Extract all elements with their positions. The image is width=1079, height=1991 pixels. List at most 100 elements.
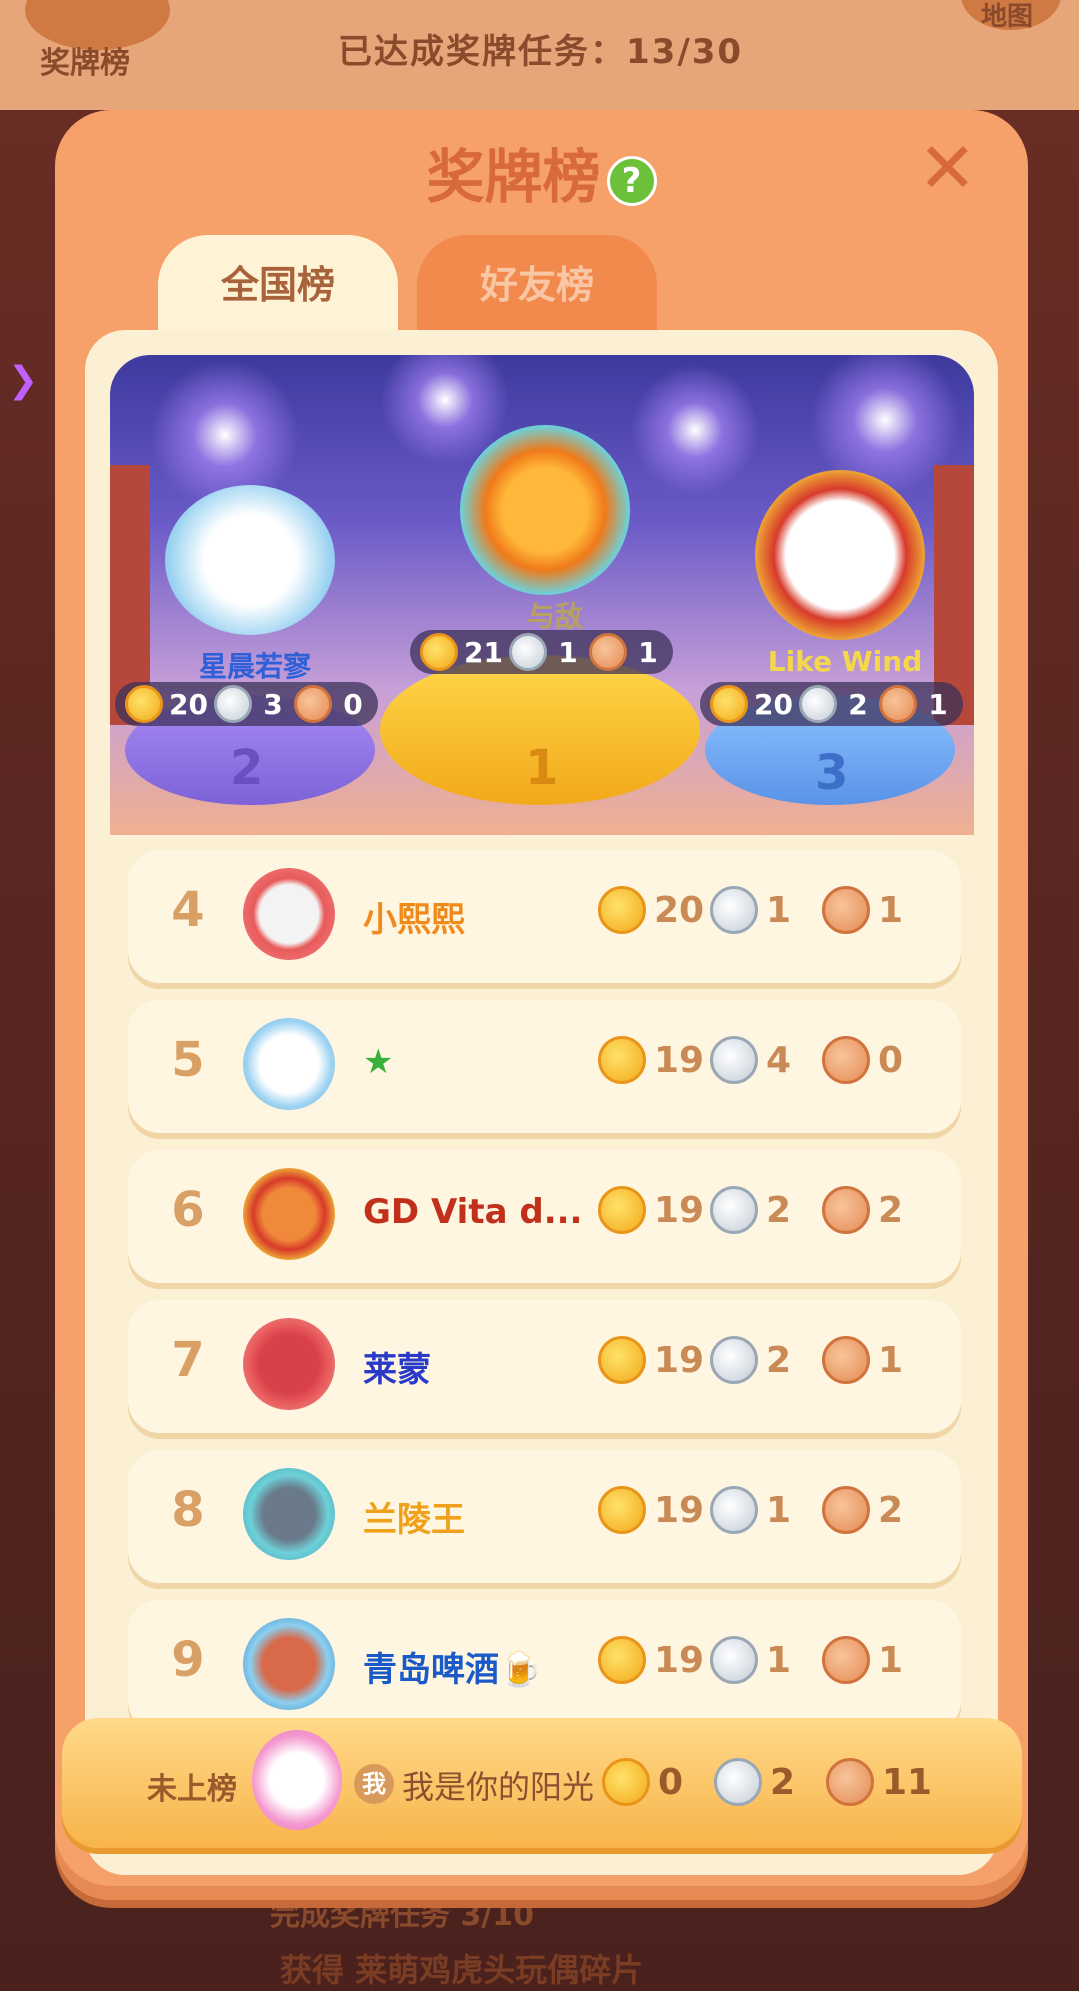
podium-area: 2 1 3 星晨若寥 与敌 Like Wind 20 3 0 21 1 1 20… (110, 355, 974, 835)
podium-name-first: 与敌 (526, 600, 583, 633)
player-name: GD Vita d... (363, 1192, 583, 1232)
silver-count: 3 (263, 687, 283, 721)
player-name: 莱蒙 (363, 1350, 431, 1390)
gold-count: 19 (654, 1039, 705, 1081)
leaderboard-panel: 2 1 3 星晨若寥 与敌 Like Wind 20 3 0 21 1 1 20… (85, 330, 998, 1875)
avatar-third[interactable] (755, 470, 925, 640)
medal-bar-second: 20 3 0 (115, 682, 378, 726)
bronze-medal-icon (588, 633, 627, 671)
player-name: 青岛啤酒🍺 (363, 1650, 542, 1690)
avatar-first[interactable] (460, 425, 630, 595)
player-name: 兰陵王 (363, 1500, 465, 1540)
player-name: 小熙熙 (363, 900, 465, 940)
avatar[interactable] (243, 868, 335, 960)
gold-count: 20 (169, 687, 208, 721)
podium-rank-1: 1 (525, 740, 559, 796)
bronze-count: 1 (878, 1339, 904, 1381)
bronze-count: 0 (343, 687, 363, 721)
me-badge: 我 (354, 1764, 394, 1804)
ranking-row[interactable]: 6 GD Vita d... 19 2 2 (128, 1150, 961, 1283)
map-label: 地图 (981, 2, 1034, 32)
ranking-row[interactable]: 9 青岛啤酒🍺 19 1 1 (128, 1600, 961, 1733)
silver-count: 2 (848, 687, 868, 721)
podium-name-third: Like Wind (767, 645, 923, 678)
my-ranking-row[interactable]: 未上榜 我 我是你的阳光 0 2 11 (62, 1718, 1022, 1848)
medal-task-progress: 已达成奖牌任务：13/30 (338, 32, 744, 72)
avatar[interactable] (243, 1468, 335, 1560)
avatar[interactable] (243, 1318, 335, 1410)
gold-count: 19 (654, 1489, 705, 1531)
medal-counts: 20 1 1 (598, 886, 934, 934)
bronze-count: 1 (878, 889, 904, 931)
gold-medal-icon (125, 685, 163, 723)
gold-medal-icon (598, 1036, 646, 1084)
silver-medal-icon (710, 1636, 758, 1684)
side-arrow-icon[interactable]: ❯ (8, 360, 38, 401)
silver-medal-icon (710, 886, 758, 934)
avatar[interactable] (243, 1168, 335, 1260)
silver-count: 2 (766, 1339, 792, 1381)
podium-rank-3: 3 (815, 745, 849, 801)
rank-number: 5 (171, 1032, 205, 1088)
player-name: ★ (363, 1042, 394, 1082)
my-medal-counts: 0 2 11 (602, 1758, 938, 1806)
avatar[interactable] (243, 1618, 335, 1710)
silver-count: 1 (766, 1639, 792, 1681)
bronze-count: 0 (878, 1039, 904, 1081)
gold-medal-icon (420, 633, 458, 671)
tab-national[interactable]: 全国榜 (158, 235, 398, 335)
podium-rank-2: 2 (230, 740, 264, 796)
bronze-count: 1 (638, 635, 658, 669)
help-icon[interactable]: ? (606, 155, 657, 206)
gold-medal-icon (598, 1636, 646, 1684)
gold-medal-icon (710, 685, 748, 723)
gold-medal-icon (598, 1186, 646, 1234)
dialog-title: 奖牌榜 (426, 143, 601, 211)
silver-count: 1 (558, 635, 578, 669)
ranking-row[interactable]: 7 莱蒙 19 2 1 (128, 1300, 961, 1433)
gold-medal-icon (598, 886, 646, 934)
avatar[interactable] (243, 1018, 335, 1110)
my-rank-status: 未上榜 (147, 1772, 237, 1807)
avatar-second[interactable] (165, 485, 335, 635)
gold-count: 21 (464, 635, 503, 669)
rank-number: 6 (171, 1182, 205, 1238)
gold-medal-icon (598, 1336, 646, 1384)
silver-count: 1 (766, 1489, 792, 1531)
ranking-row[interactable]: 4 小熙熙 20 1 1 (128, 850, 961, 983)
background-reward-text: 获得 莱萌鸡虎头玩偶碎片 (280, 1951, 644, 1989)
silver-medal-icon (710, 1486, 758, 1534)
medal-counts: 19 2 2 (598, 1186, 934, 1234)
rank-number: 8 (171, 1482, 205, 1538)
silver-medal-icon (710, 1186, 758, 1234)
silver-medal-icon (213, 685, 252, 723)
ranking-row[interactable]: 5 ★ 19 4 0 (128, 1000, 961, 1133)
medal-leaderboard-dialog: 奖牌榜? ✕ 全国榜 好友榜 2 1 3 星晨若寥 与敌 Like Wind 2… (55, 110, 1028, 1900)
tab-friends[interactable]: 好友榜 (417, 235, 657, 335)
ranking-list[interactable]: 4 小熙熙 20 1 1 5 ★ 19 4 0 6 GD Vita d... 1… (128, 850, 961, 1750)
my-name: 我是你的阳光 (402, 1768, 595, 1806)
gold-count: 0 (658, 1761, 684, 1803)
silver-medal-icon (508, 633, 547, 671)
podium-name-second: 星晨若寥 (198, 650, 311, 683)
medal-counts: 19 4 0 (598, 1036, 934, 1084)
gold-medal-icon (602, 1758, 650, 1806)
gold-count: 19 (654, 1339, 705, 1381)
bronze-medal-icon (822, 1636, 870, 1684)
medal-bar-third: 20 2 1 (700, 682, 963, 726)
silver-count: 1 (766, 889, 792, 931)
gold-count: 19 (654, 1639, 705, 1681)
silver-count: 4 (766, 1039, 792, 1081)
medal-counts: 19 1 1 (598, 1636, 934, 1684)
ranking-row[interactable]: 8 兰陵王 19 1 2 (128, 1450, 961, 1583)
silver-count: 2 (766, 1189, 792, 1231)
bronze-medal-icon (826, 1758, 874, 1806)
bronze-count: 11 (882, 1761, 933, 1803)
close-icon[interactable]: ✕ (918, 133, 978, 203)
gold-count: 20 (654, 889, 705, 931)
bronze-count: 2 (878, 1189, 904, 1231)
my-avatar[interactable] (252, 1730, 342, 1830)
bronze-medal-icon (878, 685, 917, 723)
silver-medal-icon (710, 1036, 758, 1084)
bronze-medal-icon (293, 685, 332, 723)
